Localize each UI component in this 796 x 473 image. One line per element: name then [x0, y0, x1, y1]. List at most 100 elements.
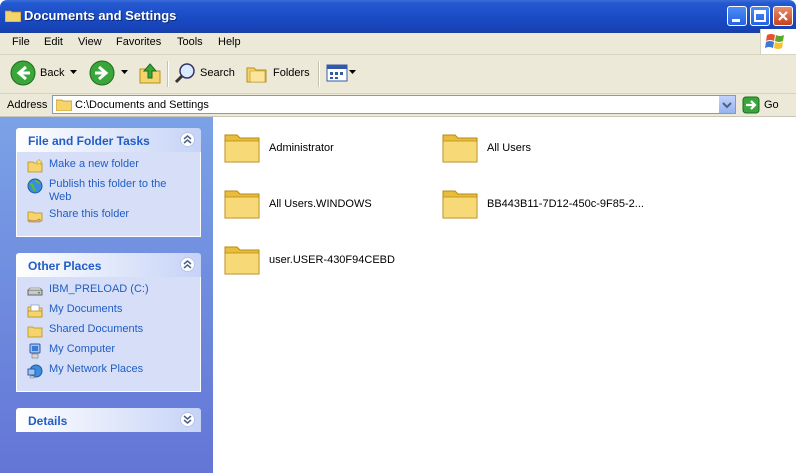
windows-logo [760, 29, 796, 54]
panel-header[interactable]: Other Places [16, 253, 201, 277]
task-make-new-folder[interactable]: Make a new folder [27, 158, 190, 174]
windows-flag-icon [765, 34, 784, 49]
place-label: My Network Places [49, 363, 144, 375]
toolbar: Back Search Folders [0, 55, 796, 94]
details-panel: Details [16, 408, 201, 432]
folders-label: Folders [273, 67, 310, 79]
collapse-chevron-icon[interactable] [180, 257, 195, 272]
chevron-down-icon [70, 70, 77, 74]
menu-file[interactable]: File [12, 36, 30, 48]
address-label: Address [7, 99, 48, 111]
close-icon [778, 11, 788, 21]
go-arrow-icon [742, 96, 760, 114]
maximize-button[interactable] [750, 6, 770, 26]
chevron-down-icon [349, 70, 356, 74]
panel-body: IBM_PRELOAD (C:) My Documents Shared Doc… [16, 277, 201, 392]
back-arrow-icon [10, 60, 36, 86]
menu-edit[interactable]: Edit [44, 36, 63, 48]
globe-icon [27, 178, 43, 194]
share-folder-icon [27, 211, 43, 223]
expand-chevron-icon[interactable] [180, 412, 195, 427]
menu-view[interactable]: View [78, 36, 102, 48]
back-dropdown[interactable] [70, 55, 78, 91]
toolbar-separator [318, 61, 320, 87]
folder-icon [56, 99, 72, 111]
folder-name: Administrator [269, 142, 334, 154]
folder-item[interactable]: Administrator [223, 127, 433, 171]
search-icon [174, 63, 195, 84]
folder-icon [5, 10, 21, 22]
place-my-documents[interactable]: My Documents [27, 303, 190, 319]
place-my-computer[interactable]: My Computer [27, 343, 190, 359]
folder-item[interactable]: All Users [441, 127, 651, 171]
place-shared-documents[interactable]: Shared Documents [27, 323, 190, 339]
folder-up-icon [139, 63, 161, 84]
menu-tools[interactable]: Tools [177, 36, 203, 48]
task-label: Publish this folder to the Web [49, 178, 167, 203]
folder-icon [224, 190, 260, 219]
forward-arrow-icon [89, 60, 115, 86]
folder-icon [224, 134, 260, 163]
folder-name: BB443B11-7D12-450c-9F85-2... [487, 198, 644, 210]
address-field[interactable]: C:\Documents and Settings [52, 95, 736, 114]
forward-dropdown[interactable] [121, 55, 129, 91]
toolbar-separator [167, 61, 169, 87]
drive-icon [27, 287, 43, 296]
chevron-down-icon [722, 102, 732, 109]
back-button[interactable]: Back [10, 55, 64, 91]
address-dropdown-button[interactable] [718, 96, 735, 113]
place-my-network-places[interactable]: My Network Places [27, 363, 190, 379]
go-label: Go [764, 99, 779, 111]
folders-icon [246, 67, 267, 83]
folders-button[interactable]: Folders [245, 55, 310, 91]
network-icon [27, 364, 43, 379]
computer-icon [29, 343, 41, 359]
place-label: Shared Documents [49, 323, 144, 335]
documents-icon [27, 304, 43, 318]
folder-name: user.USER-430F94CEBD [269, 254, 395, 266]
place-label: My Computer [49, 343, 116, 355]
minimize-button[interactable] [727, 6, 747, 26]
views-icon [326, 64, 348, 82]
task-pane: File and Folder Tasks Make a new folder … [0, 117, 213, 473]
place-label: IBM_PRELOAD (C:) [49, 283, 149, 295]
panel-body: Make a new folder Publish this folder to… [16, 152, 201, 237]
views-button[interactable] [325, 55, 357, 91]
menu-favorites[interactable]: Favorites [116, 36, 161, 48]
panel-header[interactable]: File and Folder Tasks [16, 128, 201, 152]
folder-icon [27, 326, 43, 338]
panel-header[interactable]: Details [16, 408, 201, 432]
folder-view[interactable]: Administrator All Users All Users.WINDOW… [213, 117, 796, 473]
chevron-down-icon [121, 70, 128, 74]
folder-name: All Users.WINDOWS [269, 198, 372, 210]
menu-help[interactable]: Help [218, 36, 241, 48]
place-ibm-preload[interactable]: IBM_PRELOAD (C:) [27, 283, 190, 299]
maximize-icon [754, 10, 766, 22]
back-label: Back [40, 67, 65, 79]
up-button[interactable] [138, 55, 162, 91]
panel-title: Other Places [28, 259, 102, 273]
minimize-icon [732, 19, 740, 22]
new-folder-icon [27, 158, 43, 173]
address-bar: Address C:\Documents and Settings Go [0, 94, 796, 117]
folder-item[interactable]: BB443B11-7D12-450c-9F85-2... [441, 183, 651, 227]
folder-icon [442, 134, 478, 163]
task-share-folder[interactable]: Share this folder [27, 208, 190, 224]
folder-item[interactable]: user.USER-430F94CEBD [223, 239, 433, 283]
panel-title: File and Folder Tasks [28, 134, 150, 148]
window-title: Documents and Settings [24, 8, 177, 23]
go-button[interactable]: Go [742, 96, 779, 114]
search-button[interactable]: Search [174, 55, 235, 91]
task-publish-to-web[interactable]: Publish this folder to the Web [27, 178, 190, 204]
task-label: Share this folder [49, 208, 130, 220]
address-value: C:\Documents and Settings [75, 99, 209, 111]
other-places-panel: Other Places IBM_PRELOAD (C:) My Documen… [16, 253, 201, 392]
menu-bar: File Edit View Favorites Tools Help [0, 33, 796, 55]
task-label: Make a new folder [49, 158, 139, 170]
close-button[interactable] [773, 6, 793, 26]
title-bar[interactable]: Documents and Settings [0, 0, 796, 33]
panel-title: Details [28, 414, 68, 428]
folder-item[interactable]: All Users.WINDOWS [223, 183, 433, 227]
forward-button[interactable] [89, 55, 115, 91]
collapse-chevron-icon[interactable] [180, 132, 195, 147]
